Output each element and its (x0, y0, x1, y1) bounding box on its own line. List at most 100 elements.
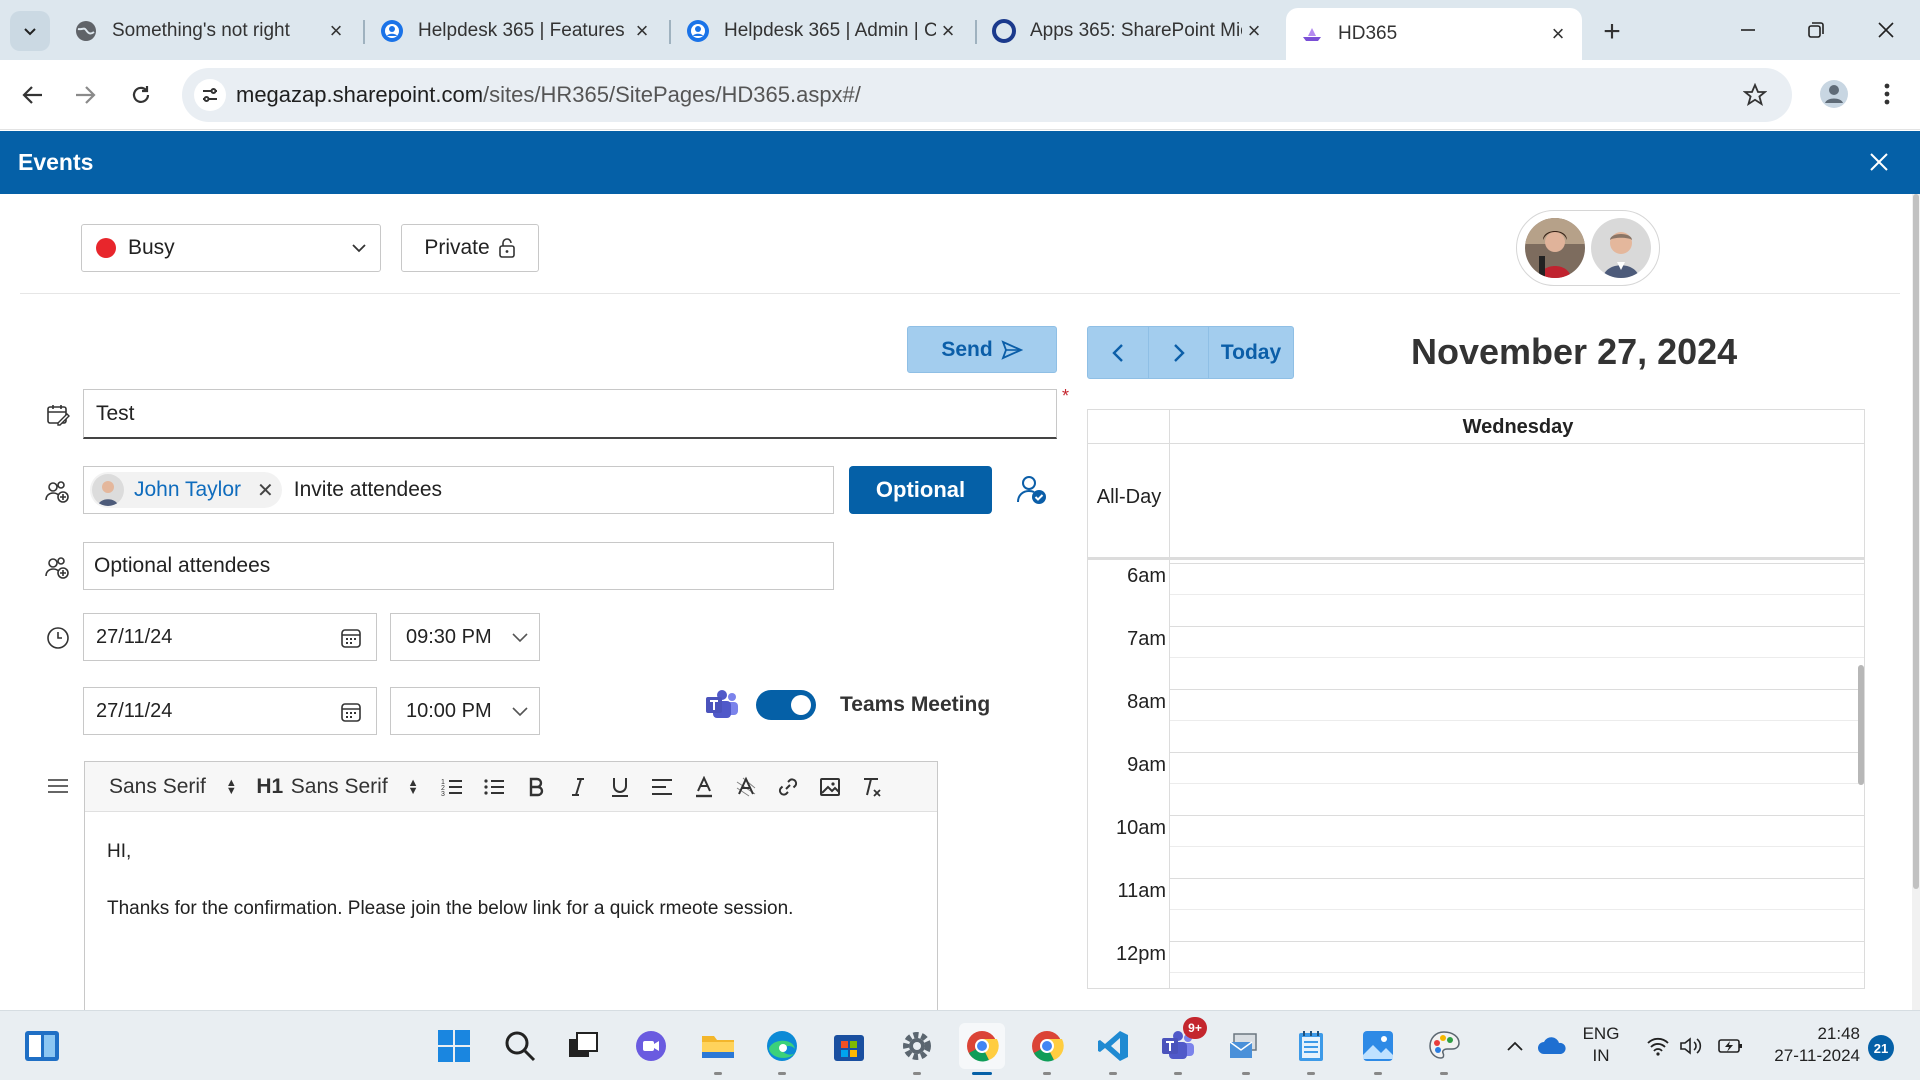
browser-menu-button[interactable] (1866, 73, 1908, 115)
previous-day-button[interactable] (1088, 327, 1149, 378)
edge-app[interactable] (759, 1023, 805, 1075)
event-title-input[interactable]: Test (83, 389, 1057, 439)
browser-tab-1[interactable]: Something's not right × (60, 8, 360, 54)
private-button[interactable]: Private (401, 224, 539, 272)
vscode-app[interactable] (1090, 1023, 1136, 1075)
battery-tray-icon[interactable] (1715, 1011, 1747, 1080)
browser-tab-active[interactable]: HD365 × (1286, 8, 1582, 60)
show-as-dropdown[interactable]: Busy (81, 224, 381, 272)
bullet-list-button[interactable] (473, 769, 515, 805)
system-clock[interactable]: 21:48 27-11-2024 (1762, 1023, 1860, 1067)
close-panel-button[interactable] (1864, 147, 1894, 177)
browser-tab-2[interactable]: Helpdesk 365 | Features × (366, 8, 666, 54)
photos-app[interactable] (1355, 1023, 1401, 1075)
hour-slot[interactable]: 10am (1088, 815, 1864, 878)
optional-attendees-input[interactable]: Optional attendees (83, 542, 834, 590)
description-editor[interactable]: Sans Serif ▲ ▼ H1 Sans Serif ▲ ▼ 123 HI,… (84, 761, 938, 1010)
site-settings-icon[interactable] (194, 79, 226, 111)
attendees-field[interactable]: John Taylor ✕ Invite attendees (83, 466, 834, 514)
address-bar[interactable]: megazap.sharepoint.com/sites/HR365/SiteP… (182, 68, 1792, 122)
align-button[interactable] (641, 769, 683, 805)
hour-slot[interactable]: 8am (1088, 689, 1864, 752)
attendee-chip[interactable]: John Taylor ✕ (90, 472, 282, 508)
chrome-app[interactable] (1024, 1023, 1070, 1075)
text-color-button[interactable] (683, 769, 725, 805)
close-icon[interactable]: × (1242, 18, 1266, 43)
end-date-input[interactable]: 27/11/24 (83, 687, 377, 735)
clear-format-button[interactable] (851, 769, 893, 805)
editor-toolbar: Sans Serif ▲ ▼ H1 Sans Serif ▲ ▼ 123 (85, 762, 937, 812)
hour-slot[interactable]: 9am (1088, 752, 1864, 815)
close-icon[interactable]: × (936, 18, 960, 43)
search-button[interactable] (497, 1023, 543, 1069)
notification-count-badge[interactable]: 21 (1868, 1035, 1894, 1061)
calendar-scrollbar[interactable] (1858, 665, 1864, 785)
send-button[interactable]: Send (907, 326, 1057, 373)
calendar-icon[interactable] (340, 627, 362, 649)
forward-button[interactable] (64, 74, 106, 116)
chrome-app-active[interactable] (959, 1023, 1005, 1075)
highlight-button[interactable] (725, 769, 767, 805)
start-date-input[interactable]: 27/11/24 (83, 613, 377, 661)
minimize-button[interactable] (1720, 10, 1776, 50)
heading-button[interactable]: H1 (249, 769, 291, 805)
hour-slot[interactable]: 12pm (1088, 941, 1864, 988)
ordered-list-button[interactable]: 123 (431, 769, 473, 805)
editor-content[interactable]: HI, Thanks for the confirmation. Please … (85, 812, 937, 977)
scheduling-assistant-icon[interactable] (1016, 474, 1048, 506)
italic-button[interactable] (557, 769, 599, 805)
invite-attendees-input[interactable]: Invite attendees (294, 478, 442, 502)
show-hidden-icons-button[interactable] (1500, 1011, 1530, 1080)
hour-slot[interactable]: 11am (1088, 878, 1864, 941)
link-button[interactable] (767, 769, 809, 805)
close-icon[interactable]: × (1546, 21, 1570, 46)
bookmark-star-icon[interactable] (1740, 80, 1770, 110)
new-tab-button[interactable]: + (1594, 14, 1630, 50)
teams-app[interactable]: 9+ (1155, 1017, 1207, 1075)
hour-slot[interactable]: 7am (1088, 626, 1864, 689)
end-time-select[interactable]: 10:00 PM (390, 687, 540, 735)
file-explorer-app[interactable] (695, 1023, 741, 1075)
tab-search-button[interactable] (10, 11, 50, 51)
start-button[interactable] (431, 1023, 477, 1069)
next-day-button[interactable] (1149, 327, 1209, 378)
store-app[interactable] (826, 1023, 872, 1069)
chat-app[interactable] (628, 1023, 674, 1069)
task-view-button[interactable] (560, 1023, 606, 1069)
calendar-icon[interactable] (340, 701, 362, 723)
tab-label: Helpdesk 365 | Admin | C (724, 20, 936, 41)
browser-tab-4[interactable]: Apps 365: SharePoint Mic × (978, 8, 1278, 54)
all-day-row[interactable]: All-Day (1088, 444, 1864, 560)
wifi-tray-icon[interactable] (1643, 1011, 1673, 1080)
close-icon[interactable]: × (630, 18, 654, 43)
volume-tray-icon[interactable] (1676, 1011, 1706, 1080)
widgets-button[interactable] (19, 1023, 65, 1069)
start-time-select[interactable]: 09:30 PM (390, 613, 540, 661)
browser-tab-3[interactable]: Helpdesk 365 | Admin | C × (672, 8, 972, 54)
paint-app[interactable] (1421, 1023, 1467, 1075)
page-scrollbar[interactable] (1912, 194, 1920, 1010)
underline-button[interactable] (599, 769, 641, 805)
close-window-button[interactable] (1858, 10, 1914, 50)
remove-attendee-icon[interactable]: ✕ (257, 478, 274, 503)
optional-button[interactable]: Optional (849, 466, 992, 514)
font-family-select[interactable]: Sans Serif ▲ ▼ (109, 775, 237, 799)
image-button[interactable] (809, 769, 851, 805)
notepad-app[interactable] (1288, 1023, 1334, 1075)
restore-button[interactable] (1788, 10, 1844, 50)
settings-app[interactable] (894, 1023, 940, 1075)
font-select[interactable]: Sans Serif ▲ ▼ (291, 775, 419, 799)
attendee-avatars[interactable] (1516, 210, 1660, 286)
language-indicator[interactable]: ENG IN (1578, 1023, 1624, 1067)
back-button[interactable] (12, 74, 54, 116)
onedrive-tray-icon[interactable] (1534, 1011, 1570, 1080)
bold-button[interactable] (515, 769, 557, 805)
today-button[interactable]: Today (1209, 327, 1293, 378)
close-icon[interactable]: × (324, 18, 348, 43)
profile-button[interactable] (1813, 73, 1855, 115)
teams-meeting-toggle[interactable] (756, 690, 816, 720)
scrollbar-thumb[interactable] (1913, 194, 1919, 889)
reload-button[interactable] (120, 74, 162, 116)
hour-slot[interactable]: 6am (1088, 563, 1864, 626)
mail-app[interactable] (1223, 1023, 1269, 1075)
